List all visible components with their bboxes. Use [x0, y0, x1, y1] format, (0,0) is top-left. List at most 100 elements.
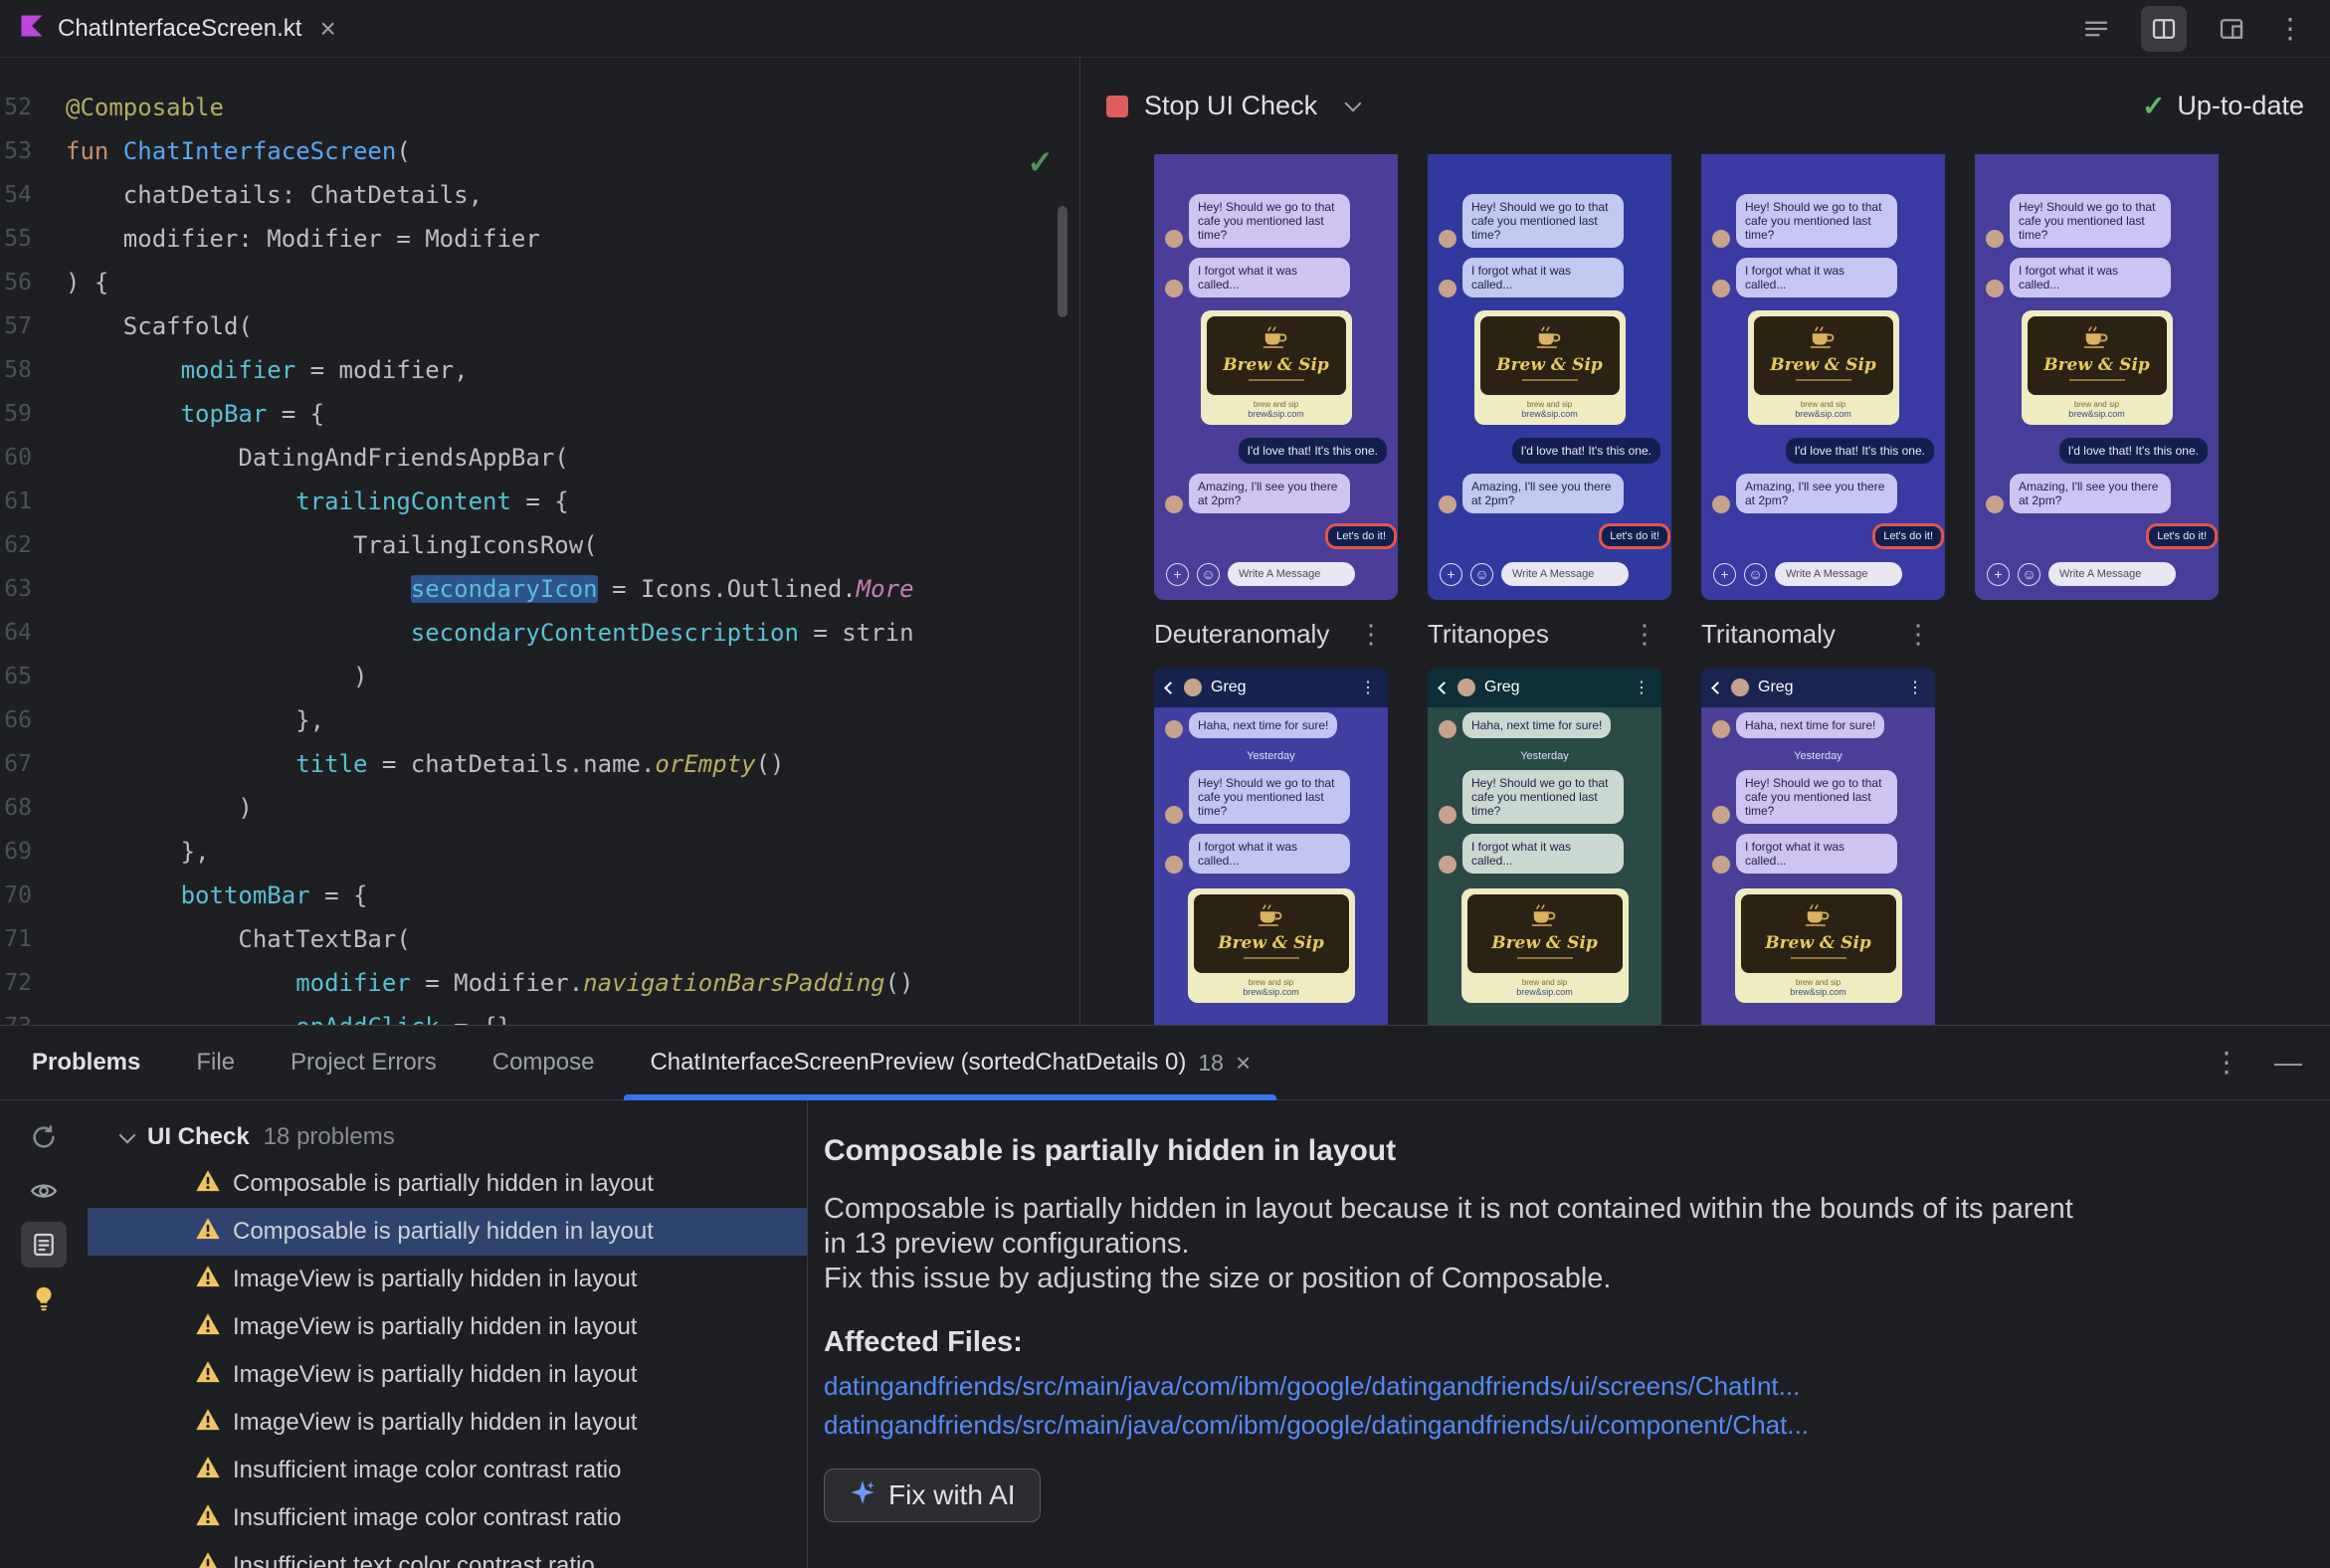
- problem-item[interactable]: Composable is partially hidden in layout: [88, 1160, 807, 1208]
- back-icon[interactable]: [1164, 681, 1177, 694]
- problem-item[interactable]: ImageView is partially hidden in layout: [88, 1399, 807, 1447]
- chat-bubble: Amazing, I'll see you there at 2pm?: [1189, 474, 1350, 513]
- coffee-cup-icon: [1262, 326, 1286, 348]
- problem-item-label: Composable is partially hidden in layout: [233, 1170, 654, 1197]
- minimize-icon[interactable]: —: [2274, 1047, 2302, 1078]
- phone-preview[interactable]: Greg ⋮ Haha, next time for sure! Yesterday H…: [1701, 668, 1935, 1025]
- chat-menu-icon[interactable]: ⋮: [1360, 678, 1376, 697]
- add-attachment-icon: +: [1166, 562, 1189, 586]
- chat-header: Greg ⋮: [1701, 668, 1935, 707]
- phone-preview[interactable]: Hey! Should we go to that cafe you menti…: [1701, 154, 1945, 600]
- editor-scrollbar[interactable]: [1058, 206, 1068, 317]
- close-tab-icon[interactable]: ×: [1236, 1048, 1251, 1078]
- code-text: },: [66, 838, 210, 866]
- chat-message: I forgot what it was called...: [1165, 834, 1377, 874]
- line-number: 65: [4, 664, 32, 689]
- chat-menu-icon[interactable]: ⋮: [1634, 678, 1650, 697]
- file-tab[interactable]: ChatInterfaceScreen.kt ×: [0, 0, 356, 58]
- card-tagline-rule: [1516, 957, 1573, 959]
- chat-message: Haha, next time for sure!: [1712, 712, 1924, 738]
- avatar: [1439, 856, 1456, 874]
- phone-preview[interactable]: Greg ⋮ Haha, next time for sure! Yesterday H…: [1428, 668, 1661, 1025]
- problem-item-label: Insufficient image color contrast ratio: [233, 1504, 622, 1531]
- code-line: 53 fun ChatInterfaceScreen(: [0, 129, 1079, 173]
- chat-message: I forgot what it was called...: [1165, 258, 1387, 297]
- problem-item[interactable]: ImageView is partially hidden in layout: [88, 1351, 807, 1399]
- chat-message: I forgot what it was called...: [1986, 258, 2208, 297]
- chat-message: I forgot what it was called...: [1439, 258, 1660, 297]
- code-text: modifier = Modifier.navigationBarsPaddin…: [295, 969, 914, 997]
- lightbulb-icon[interactable]: [21, 1275, 67, 1321]
- problem-item[interactable]: Insufficient image color contrast ratio: [88, 1494, 807, 1542]
- chat-menu-icon[interactable]: ⋮: [1907, 678, 1923, 697]
- coffee-cup-icon: [1805, 904, 1829, 926]
- problem-item[interactable]: Insufficient image color contrast ratio: [88, 1447, 807, 1494]
- code-text: bottomBar = {: [180, 882, 368, 909]
- inspections-ok-icon[interactable]: ✓: [1027, 143, 1054, 181]
- caption-menu-icon[interactable]: ⋮: [1905, 619, 1935, 650]
- caption-menu-icon[interactable]: ⋮: [1358, 619, 1388, 650]
- code-text: ChatTextBar(: [66, 925, 411, 953]
- stop-ui-check-button[interactable]: Stop UI Check: [1144, 91, 1317, 121]
- warning-icon: [195, 1311, 221, 1344]
- code-editor[interactable]: 52 @Composable 53 fun ChatInterfaceScreen(5…: [0, 58, 1080, 1025]
- add-attachment-icon: +: [1987, 562, 2010, 586]
- chevron-expanded-icon[interactable]: [118, 1126, 136, 1144]
- problem-item-label: ImageView is partially hidden in layout: [233, 1313, 638, 1340]
- problem-item[interactable]: Composable is partially hidden in layout: [88, 1208, 807, 1256]
- avatar: [1439, 806, 1456, 824]
- card-brand: Brew & Sip: [1765, 933, 1871, 953]
- card-line1: brew and sip: [1800, 400, 1846, 409]
- card-line2: brew&sip.com: [1243, 987, 1299, 997]
- device-preview-icon[interactable]: [2209, 6, 2254, 52]
- more-options-icon[interactable]: ⋮: [2276, 14, 2304, 43]
- tool-tab[interactable]: Problems: [4, 1026, 168, 1099]
- stop-icon[interactable]: [1106, 95, 1128, 117]
- chat-bubble: I'd love that! It's this one.: [2058, 438, 2208, 464]
- chat-bubble: I'd love that! It's this one.: [1785, 438, 1934, 464]
- problem-item[interactable]: Insufficient text color contrast ratio: [88, 1542, 807, 1568]
- close-tab-icon[interactable]: ×: [319, 14, 335, 43]
- chat-bubble: I'd love that! It's this one.: [1511, 438, 1660, 464]
- preview-eye-icon[interactable]: [21, 1168, 67, 1214]
- problems-group-header[interactable]: UI Check 18 problems: [88, 1114, 807, 1160]
- line-number: 56: [4, 270, 32, 295]
- refresh-icon[interactable]: [21, 1114, 67, 1160]
- tool-tab[interactable]: ChatInterfaceScreenPreview (sortedChatDe…: [622, 1026, 1278, 1100]
- card-logo-area: Brew & Sip: [1206, 316, 1346, 395]
- tool-tab[interactable]: Compose: [465, 1026, 623, 1099]
- chevron-down-icon[interactable]: [1344, 95, 1362, 111]
- tool-tab[interactable]: Project Errors: [263, 1026, 465, 1099]
- card-line2: brew&sip.com: [1516, 987, 1573, 997]
- split-view-icon[interactable]: [2141, 5, 2187, 52]
- brew-and-sip-card: Brew & Sip brew and sip brew&sip.com: [1200, 310, 1352, 425]
- phone-preview[interactable]: Greg ⋮ Haha, next time for sure! Yesterday H…: [1154, 668, 1388, 1025]
- chat-message: Hey! Should we go to that cafe you menti…: [1439, 770, 1650, 824]
- code-text: DatingAndFriendsAppBar(: [66, 444, 569, 472]
- phone-preview[interactable]: Hey! Should we go to that cafe you menti…: [1154, 154, 1398, 600]
- problem-item[interactable]: ImageView is partially hidden in layout: [88, 1303, 807, 1351]
- phone-preview[interactable]: Hey! Should we go to that cafe you menti…: [1975, 154, 2219, 600]
- card-line1: brew and sip: [2073, 400, 2120, 409]
- caption-menu-icon[interactable]: ⋮: [1632, 619, 1661, 650]
- code-line: 63 secondaryIcon = Icons.Outlined.More: [0, 567, 1079, 611]
- fix-with-ai-button[interactable]: Fix with AI: [824, 1469, 1041, 1522]
- card-tagline-rule: [2068, 379, 2125, 381]
- structure-view-icon[interactable]: [2073, 6, 2119, 52]
- chat-message: Amazing, I'll see you there at 2pm?: [1712, 474, 1934, 513]
- tool-tab[interactable]: File: [168, 1026, 263, 1099]
- affected-file-link[interactable]: datingandfriends/src/main/java/com/ibm/g…: [824, 1410, 2300, 1441]
- affected-file-link[interactable]: datingandfriends/src/main/java/com/ibm/g…: [824, 1371, 2300, 1402]
- code-text: modifier: Modifier = Modifier: [66, 225, 540, 253]
- problem-item[interactable]: ImageView is partially hidden in layout: [88, 1256, 807, 1303]
- back-icon[interactable]: [1438, 681, 1451, 694]
- card-brand: Brew & Sip: [2043, 355, 2150, 375]
- back-icon[interactable]: [1711, 681, 1724, 694]
- report-view-icon[interactable]: [21, 1222, 67, 1268]
- problems-gutter: [0, 1100, 88, 1568]
- chat-message: Let's do it!: [1712, 523, 1944, 549]
- toolwindow-options-icon[interactable]: ⋮: [2213, 1049, 2240, 1077]
- problem-fix-hint: Fix this issue by adjusting the size or …: [824, 1263, 1612, 1294]
- phone-preview[interactable]: Hey! Should we go to that cafe you menti…: [1428, 154, 1671, 600]
- avatar: [1165, 495, 1183, 513]
